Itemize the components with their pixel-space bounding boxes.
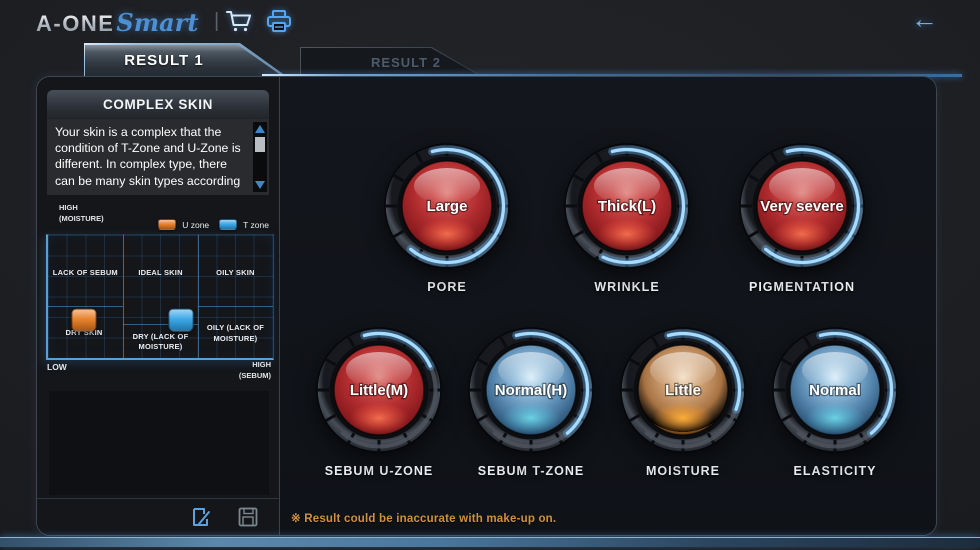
skin-type-title: COMPLEX SKIN: [47, 90, 269, 119]
gauge-sebum-t-zone-value: Normal(H): [495, 382, 568, 399]
tab-result-2[interactable]: RESULT 2: [300, 47, 482, 76]
chart-legend: U zone T zone: [158, 219, 273, 230]
skin-type-chart: HIGH (MOISTURE) U zone T zone LACK OF SE…: [37, 199, 279, 385]
gauge-wrinkle-value: Thick(L): [598, 198, 656, 215]
result-frame: COMPLEX SKIN Your skin is a complex that…: [36, 76, 937, 536]
print-button[interactable]: [264, 8, 294, 35]
chart-marker-t-zone: [168, 308, 193, 331]
region-dry-lack-moisture: DRY (LACK OF MOISTURE): [123, 332, 197, 352]
skin-summary-panel: COMPLEX SKIN Your skin is a complex that…: [37, 77, 280, 535]
gauge-pore[interactable]: Large PORE: [372, 136, 522, 294]
x-axis-low-label: LOW: [47, 362, 67, 372]
header: A-ONE Smart | ←: [0, 0, 980, 46]
gauge-wrinkle[interactable]: Thick(L) WRINKLE: [552, 136, 702, 294]
gauge-elasticity[interactable]: Normal ELASTICITY: [760, 320, 910, 478]
brand-script-text: Smart: [116, 8, 198, 37]
region-oily-lack-moisture: OILY (LACK OF MOISTURE): [198, 323, 272, 343]
gauge-pigmentation-value: Very severe: [760, 198, 843, 215]
cart-button[interactable]: [224, 8, 254, 34]
legend-swatch-u-zone: [158, 219, 176, 230]
gauge-sebum-t-zone-dial: Normal(H): [461, 320, 601, 460]
gauge-sebum-t-zone-label: SEBUM T-ZONE: [456, 464, 606, 478]
brand-logo: A-ONE Smart: [36, 8, 198, 37]
gauge-wrinkle-label: WRINKLE: [552, 280, 702, 294]
scrollbar-thumb[interactable]: [255, 137, 265, 152]
gauge-moisture-dial: Little: [613, 320, 753, 460]
gauge-wrinkle-dial: Thick(L): [557, 136, 697, 276]
gauge-moisture[interactable]: Little MOISTURE: [608, 320, 758, 478]
legend-label-t-zone: T zone: [243, 220, 269, 230]
tab-result-1-label: RESULT 1: [85, 52, 243, 69]
scroll-up-icon[interactable]: [255, 125, 265, 133]
gauge-elasticity-value: Normal: [809, 382, 861, 399]
scroll-down-icon[interactable]: [255, 181, 265, 189]
cart-icon: [224, 8, 254, 34]
gauge-elasticity-label: ELASTICITY: [760, 464, 910, 478]
description-scrollbar[interactable]: [253, 122, 267, 192]
y-axis-high-label: HIGH (MOISTURE): [59, 202, 104, 225]
gauge-pore-dial: Large: [377, 136, 517, 276]
gauge-pore-value: Large: [427, 198, 468, 215]
gauge-sebum-t-zone[interactable]: Normal(H) SEBUM T-ZONE: [456, 320, 606, 478]
chart-marker-u-zone: [72, 308, 97, 331]
gauge-moisture-value: Little: [665, 382, 701, 399]
gauge-pore-label: PORE: [372, 280, 522, 294]
tab-result-2-label: RESULT 2: [301, 55, 481, 70]
gauge-sebum-u-zone-value: Little(M): [350, 382, 408, 399]
region-divider-h-left: [48, 306, 123, 307]
region-oily-skin: OILY SKIN: [198, 268, 272, 278]
gauge-moisture-label: MOISTURE: [608, 464, 758, 478]
gauge-elasticity-dial: Normal: [765, 320, 905, 460]
x-axis-high-label: HIGH (SEBUM): [239, 359, 271, 382]
brand-text: A-ONE: [36, 11, 114, 37]
bottom-accent-band: [0, 537, 980, 547]
gauge-sebum-u-zone-dial: Little(M): [309, 320, 449, 460]
save-button[interactable]: [237, 506, 259, 528]
legend-label-u-zone: U zone: [182, 220, 209, 230]
tab-result-1[interactable]: RESULT 1: [84, 43, 286, 76]
gauge-sebum-u-zone-label: SEBUM U-ZONE: [304, 464, 454, 478]
makeup-warning-note: ※ Result could be inaccurate with make-u…: [291, 511, 556, 525]
legend-swatch-t-zone: [219, 219, 237, 230]
gauge-pigmentation[interactable]: Very severe PIGMENTATION: [727, 136, 877, 294]
region-divider-h-right: [198, 306, 273, 307]
gauge-sebum-u-zone[interactable]: Little(M) SEBUM U-ZONE: [304, 320, 454, 478]
chart-plot-area: LACK OF SEBUM IDEAL SKIN OILY SKIN DRY S…: [46, 234, 274, 360]
back-button[interactable]: ←: [911, 6, 938, 33]
region-lack-of-sebum: LACK OF SEBUM: [48, 268, 122, 278]
notes-empty-area: [49, 391, 269, 495]
panel-footer: [37, 498, 279, 535]
header-divider: |: [214, 10, 219, 33]
skin-description-box: Your skin is a complex that the conditio…: [47, 119, 269, 195]
gauge-pigmentation-label: PIGMENTATION: [727, 280, 877, 294]
skin-description-text: Your skin is a complex that the conditio…: [55, 125, 241, 188]
printer-icon: [264, 8, 294, 35]
gauge-pigmentation-dial: Very severe: [732, 136, 872, 276]
edit-button[interactable]: [189, 505, 213, 529]
region-ideal-skin: IDEAL SKIN: [123, 268, 197, 278]
